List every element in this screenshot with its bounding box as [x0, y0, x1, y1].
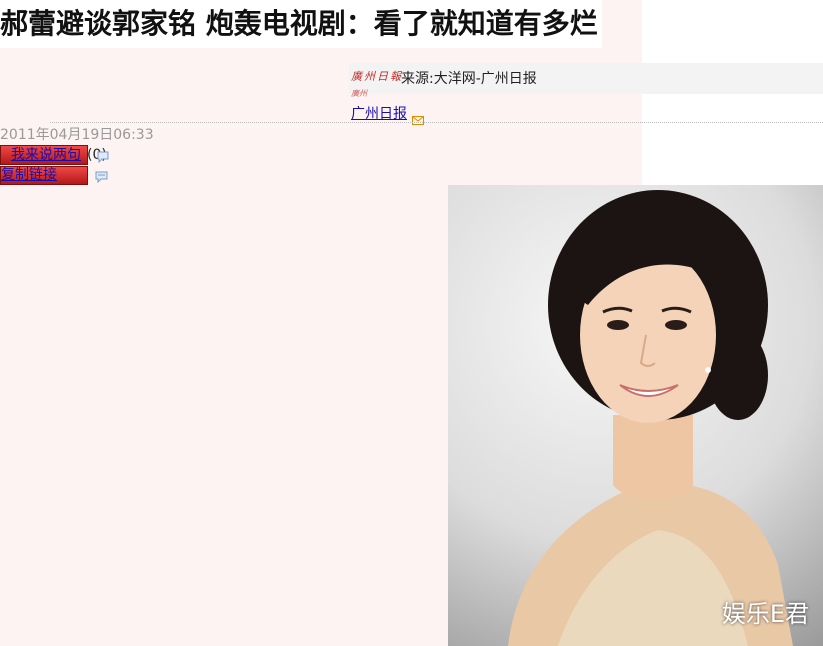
source-link[interactable]: 广州日报 — [351, 105, 407, 123]
page: 郝蕾避谈郭家铭 炮轰电视剧：看了就知道有多烂 廣州日報 廣州 来源:大洋网-广州… — [0, 0, 823, 646]
comment-bubble-icon[interactable] — [95, 168, 108, 184]
guangzhou-daily-logo: 廣州日報 — [351, 70, 403, 83]
copy-link-button[interactable]: 复制链接 — [0, 166, 88, 185]
comment-button[interactable]: 我来说两句 — [0, 145, 88, 165]
comment-bubble-icon[interactable] — [97, 148, 109, 164]
publish-time: 2011年04月19日06:33 — [0, 127, 154, 143]
article-headline: 郝蕾避谈郭家铭 炮轰电视剧：看了就知道有多烂 — [0, 0, 602, 48]
guangzhou-daily-logo-small: 廣州 — [351, 89, 367, 98]
portrait-illustration — [508, 190, 793, 646]
photo-watermark: 娱乐E君 — [721, 600, 809, 628]
source-label: 来源:大洋网-广州日报 — [401, 71, 537, 87]
mail-icon[interactable] — [412, 110, 424, 125]
article-photo: 娱乐E君 — [448, 185, 823, 646]
divider — [50, 122, 823, 123]
